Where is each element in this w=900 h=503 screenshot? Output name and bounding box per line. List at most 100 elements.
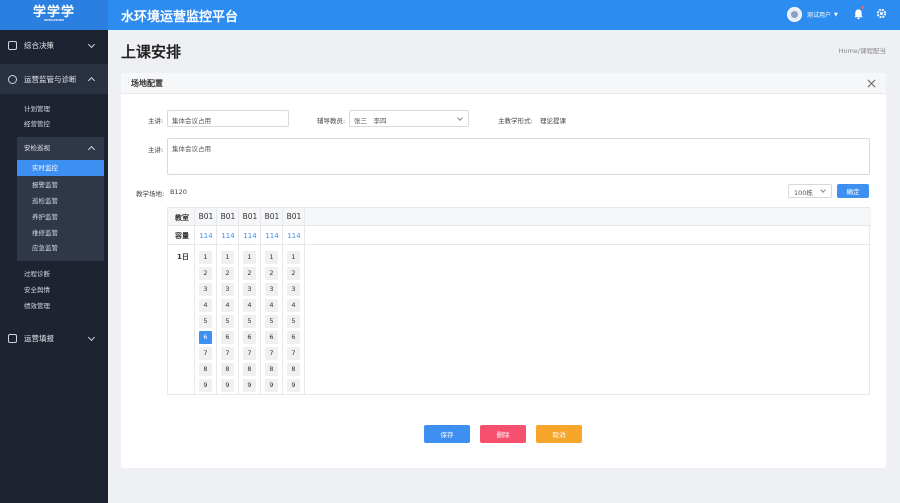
venue-config-card: 场地配置 主讲: 集体会议占用 辅导教员: 张三 李四 主教学形式: 理论提课 … [121,73,886,468]
confirm-button[interactable]: 确定 [837,184,869,198]
mode-label: 主教学形式: [498,117,533,125]
gauge-icon [8,74,17,84]
sidebar-item-realtime[interactable]: 实时监控 [17,160,104,176]
slot-cell[interactable]: 8 [221,363,234,376]
sidebar-group-decision[interactable]: 综合决策 [0,30,108,60]
slot-cell[interactable]: 3 [265,283,278,296]
sidebar-group-operations[interactable]: 运营监管与诊断 [0,64,108,94]
sidebar-group-label: 综合决策 [24,40,54,50]
sidebar-item-patrol[interactable]: 巡检监管 [17,193,104,209]
app-title: 水环境运营监控平台 [121,10,239,25]
slot-cell[interactable]: 4 [199,299,212,312]
user-menu[interactable]: 测试用户 ▼ [787,7,838,22]
slot-cell[interactable]: 4 [243,299,256,312]
slot-cell[interactable]: 1 [199,251,212,264]
slot-cell[interactable]: 3 [199,283,212,296]
slot-cell[interactable]: 6 [265,331,278,344]
slot-cell[interactable]: 7 [243,347,256,360]
sidebar-group-report[interactable]: 运营填报 [0,323,108,353]
sidebar-subgroup-inspection[interactable]: 安检巡视 [24,142,50,152]
venue-label: 教学场地: [136,190,165,198]
slot-cell[interactable]: 5 [265,315,278,328]
logo: 学学学 EDUCATION [33,6,75,22]
slot-cell[interactable]: 3 [243,283,256,296]
building-select[interactable]: 100栋 [788,184,832,198]
slot-cell[interactable]: 9 [243,379,256,392]
slot-cell[interactable]: 2 [243,267,256,280]
sidebar-item-repair[interactable]: 维修监管 [17,225,104,241]
room-header[interactable]: B01 [283,212,305,221]
room-capacity: 114 [243,232,257,240]
tutor-value: 张三 李四 [354,117,387,125]
delete-button[interactable]: 删除 [480,425,526,443]
gear-icon[interactable] [876,8,887,19]
slot-cell[interactable]: 7 [221,347,234,360]
chevron-down-icon [457,115,463,121]
chevron-down-icon [87,333,96,342]
slot-cell[interactable]: 3 [221,283,234,296]
slot-cell[interactable]: 5 [287,315,300,328]
slot-cell[interactable]: 5 [221,315,234,328]
bell-icon[interactable] [853,8,864,20]
slot-cell[interactable]: 8 [287,363,300,376]
room-header[interactable]: B01 [217,212,239,221]
slot-cell[interactable]: 3 [287,283,300,296]
sidebar-item-emergency[interactable]: 应急监管 [17,240,104,256]
sidebar-item-alarm[interactable]: 报警监管 [17,177,104,193]
sidebar-item-safety[interactable]: 安全舆情 [0,283,108,298]
slot-cell-selected[interactable]: 6 [199,331,212,344]
room-capacity: 114 [265,232,279,240]
slot-cell[interactable]: 9 [265,379,278,392]
slot-cell[interactable]: 4 [287,299,300,312]
breadcrumb[interactable]: Home/课程配当 [839,45,886,55]
slot-cell[interactable]: 6 [243,331,256,344]
slot-cell[interactable]: 8 [243,363,256,376]
slot-cell[interactable]: 9 [287,379,300,392]
cancel-button[interactable]: 取消 [536,425,582,443]
slot-cell[interactable]: 4 [265,299,278,312]
lecturer2-textarea[interactable]: 集体会议占用 [167,138,870,175]
slot-cell[interactable]: 2 [221,267,234,280]
slot-cell[interactable]: 1 [287,251,300,264]
slot-cell[interactable]: 7 [287,347,300,360]
slot-cell[interactable]: 2 [265,267,278,280]
room-capacity: 114 [287,232,301,240]
sidebar-item-business[interactable]: 经营管控 [0,117,108,132]
slot-cell[interactable]: 2 [199,267,212,280]
slot-cell[interactable]: 1 [221,251,234,264]
room-header[interactable]: B01 [195,212,217,221]
lecturer-input[interactable]: 集体会议占用 [167,110,289,127]
slot-cell[interactable]: 7 [265,347,278,360]
slot-cell[interactable]: 5 [199,315,212,328]
slot-cell[interactable]: 6 [287,331,300,344]
room-header[interactable]: B01 [239,212,261,221]
tutor-select[interactable]: 张三 李四 [349,110,469,127]
room-capacity: 114 [199,232,213,240]
sidebar-group-label: 运营填报 [24,333,54,343]
slot-cell[interactable]: 2 [287,267,300,280]
slot-cell[interactable]: 1 [265,251,278,264]
lecturer2-label: 主讲: [148,146,164,154]
slot-cell[interactable]: 9 [199,379,212,392]
tutor-label: 辅导教员: [317,117,346,125]
slot-cell[interactable]: 8 [199,363,212,376]
sidebar-item-maintenance[interactable]: 养护监管 [17,209,104,225]
slot-cell[interactable]: 8 [265,363,278,376]
slot-cell[interactable]: 1 [243,251,256,264]
chevron-down-icon [820,187,826,193]
slot-cell[interactable]: 6 [221,331,234,344]
card-title: 场地配置 [121,73,886,94]
slot-cell[interactable]: 7 [199,347,212,360]
sidebar-group-label: 运营监管与诊断 [24,74,77,84]
building-value: 100栋 [794,189,813,197]
logo-area[interactable]: 学学学 EDUCATION [0,0,108,30]
slot-cell[interactable]: 4 [221,299,234,312]
slot-cell[interactable]: 5 [243,315,256,328]
close-icon[interactable] [867,79,876,88]
sidebar-item-plan[interactable]: 计划管理 [0,102,108,117]
room-header[interactable]: B01 [261,212,283,221]
slot-cell[interactable]: 9 [221,379,234,392]
save-button[interactable]: 保存 [424,425,470,443]
sidebar-item-performance[interactable]: 绩效管理 [0,299,108,314]
sidebar-item-process[interactable]: 过程诊断 [0,267,108,282]
